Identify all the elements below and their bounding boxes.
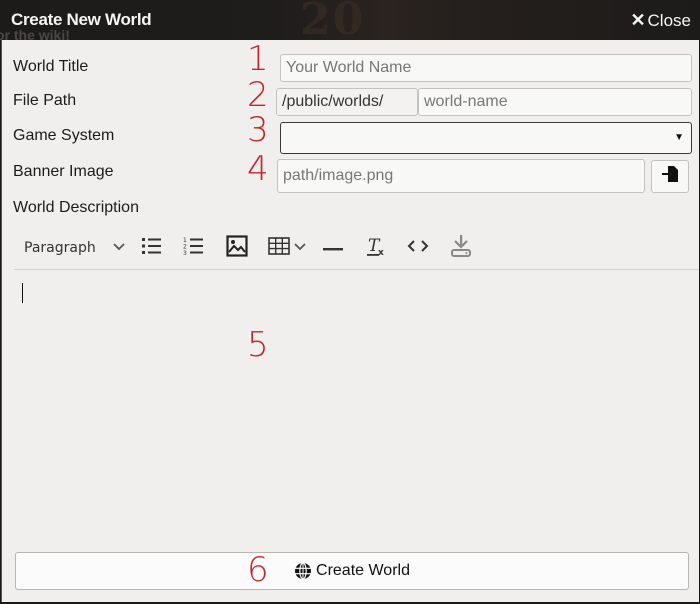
file-path-prefix: /public/worlds/ [276,88,418,116]
annotation-2: 2 [247,75,269,115]
editor-toolbar: Paragraph 1 2 3 T x [14,229,699,270]
code-icon [407,239,429,258]
clear-formatting-icon: T x [365,235,387,262]
globe-icon [294,562,312,580]
paragraph-label: Paragraph [24,240,96,256]
table-icon [267,236,290,260]
svg-text:x: x [378,248,384,257]
bullet-list-icon [141,236,163,261]
paragraph-format-dropdown[interactable]: Paragraph [14,235,132,261]
file-import-icon [660,164,680,189]
insert-table-button[interactable] [264,235,310,261]
horizontal-rule-button[interactable] [319,235,347,261]
browse-file-button[interactable] [651,160,689,193]
game-system-select[interactable]: ▼ [280,122,692,154]
text-caret [22,283,23,303]
world-title-label: World Title [13,58,89,75]
dialog-content: World Title 1 File Path 2 /public/worlds… [1,40,699,602]
header-decoration: 20 [300,0,366,45]
image-icon [226,234,248,262]
create-world-button[interactable]: Create World [15,552,689,590]
banner-image-input[interactable] [277,159,645,193]
table-chevron-down-icon [293,239,307,257]
background-page-text: or the wiki! [0,27,70,43]
world-title-input[interactable] [280,54,692,82]
save-button[interactable] [447,234,475,263]
numbered-list-icon: 1 2 3 [183,236,205,261]
dropdown-arrow-icon: ▼ [674,132,684,143]
create-world-dialog: 20 Create New World ✕ Close World Title … [0,0,700,604]
game-system-label: Game System [13,127,115,144]
horizontal-rule-icon [322,239,344,257]
dialog-header[interactable]: 20 Create New World ✕ Close [0,0,700,45]
insert-image-button[interactable] [223,234,251,262]
annotation-6: 6 [247,550,269,590]
bullet-list-button[interactable] [138,235,166,261]
chevron-down-icon [112,239,126,257]
close-label: Close [647,10,691,30]
world-description-editor[interactable] [14,272,694,542]
world-description-label: World Description [13,199,139,216]
create-world-label: Create World [316,562,410,579]
annotation-4: 4 [247,149,269,189]
code-button[interactable] [404,235,432,261]
numbered-list-button[interactable]: 1 2 3 [180,235,208,261]
banner-image-label: Banner Image [13,163,114,180]
close-icon: ✕ [630,10,646,30]
annotation-5: 5 [247,325,269,365]
annotation-1: 1 [247,39,269,79]
save-icon [450,234,472,263]
clear-formatting-button[interactable]: T x [362,235,390,261]
svg-text:3: 3 [183,250,187,256]
file-path-input[interactable] [418,88,692,116]
annotation-3: 3 [247,110,269,150]
close-button[interactable]: ✕ Close [630,10,691,31]
file-path-label: File Path [13,92,77,109]
